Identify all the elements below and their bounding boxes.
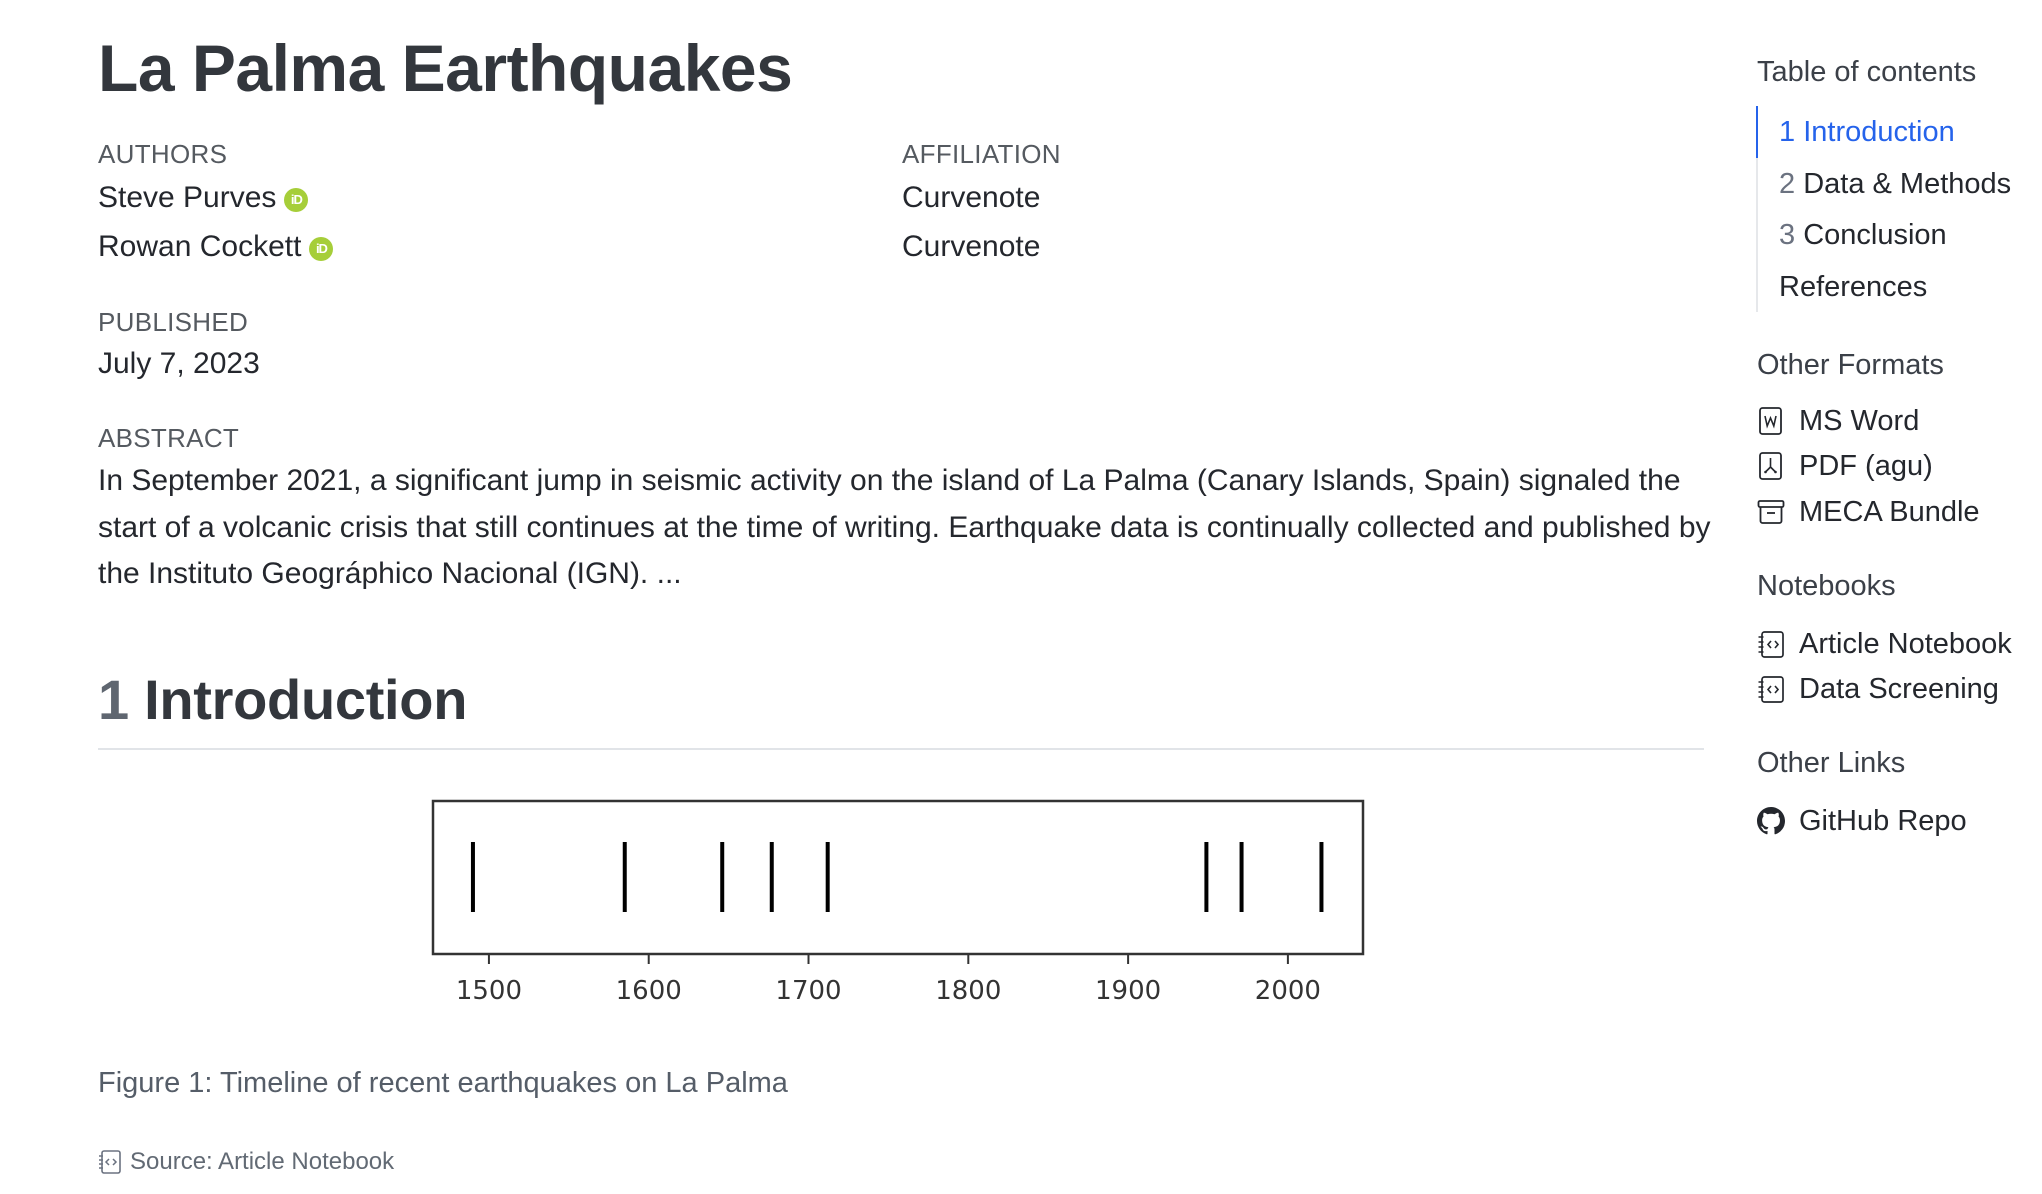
x-tick-label: 1800 <box>935 976 1001 1006</box>
notebook-icon <box>1758 631 1784 658</box>
orcid-icon[interactable]: iD <box>284 188 309 212</box>
archive-box-icon <box>1757 500 1785 524</box>
author-name[interactable]: Rowan Cockett <box>98 230 301 263</box>
x-axis-ticks: 1500 1600 1700 1800 1900 2000 <box>456 954 1321 1006</box>
x-tick-label: 1600 <box>616 976 682 1006</box>
notebook-link-article[interactable]: Article Notebook <box>1757 626 2012 662</box>
toc-label: Introduction <box>1803 116 1955 148</box>
word-file-icon <box>1759 407 1782 435</box>
published-label: PUBLISHED <box>98 307 249 337</box>
timeline-chart: 1500 1600 1700 1800 1900 2000 <box>431 799 1365 1006</box>
source-label: Source: Article Notebook <box>130 1148 395 1175</box>
author-affiliation: Curvenote <box>902 230 1041 263</box>
formats-heading: Other Formats <box>1757 349 1944 381</box>
table-of-contents: 1 Introduction 2 Data & Methods 3 Conclu… <box>1756 106 2036 312</box>
affiliation-label: AFFILIATION <box>902 139 1061 169</box>
notebook-link-data-screening[interactable]: Data Screening <box>1757 671 1999 707</box>
orcid-icon[interactable]: iD <box>309 237 334 261</box>
toc-item-introduction[interactable]: 1 Introduction <box>1779 114 1955 150</box>
pdf-file-icon <box>1759 452 1782 480</box>
published-date: July 7, 2023 <box>98 347 260 380</box>
section-divider <box>98 748 1704 750</box>
toc-number: 3 <box>1779 219 1796 251</box>
section-number: 1 <box>98 668 129 731</box>
author-item: Rowan Cockett iD <box>98 228 334 266</box>
notebooks-heading: Notebooks <box>1757 570 1896 602</box>
section-heading: 1 Introduction <box>98 666 467 734</box>
figure-caption: Figure 1: Timeline of recent earthquakes… <box>98 1067 788 1099</box>
toc-number: 1 <box>1779 116 1796 148</box>
section-title: Introduction <box>144 668 468 731</box>
format-label: PDF (agu) <box>1799 450 1933 482</box>
download-meca-bundle[interactable]: MECA Bundle <box>1757 494 1980 530</box>
figure-source-link[interactable]: Source: Article Notebook <box>98 1146 394 1178</box>
plot-frame <box>431 799 1365 956</box>
download-pdf[interactable]: PDF (agu) <box>1757 448 1933 484</box>
toc-item-conclusion[interactable]: 3 Conclusion <box>1779 217 1947 253</box>
toc-number: 2 <box>1779 168 1796 200</box>
x-tick-label: 1900 <box>1095 976 1161 1006</box>
notebook-label: Article Notebook <box>1799 628 2012 660</box>
abstract-text: In September 2021, a significant jump in… <box>98 464 1711 590</box>
toc-heading: Table of contents <box>1757 56 1977 88</box>
author-name[interactable]: Steve Purves <box>98 181 276 214</box>
notebook-icon <box>1758 676 1784 703</box>
x-tick-label: 1500 <box>456 976 522 1006</box>
toc-label: Conclusion <box>1803 219 1947 251</box>
article-title: La Palma Earthquakes <box>98 31 793 105</box>
format-label: MECA Bundle <box>1799 496 1980 528</box>
toc-item-data-methods[interactable]: 2 Data & Methods <box>1779 166 2011 202</box>
github-repo-link[interactable]: GitHub Repo <box>1757 803 1967 839</box>
author-affiliation: Curvenote <box>902 181 1041 214</box>
notebook-icon <box>99 1150 121 1174</box>
figure-timeline: 1500 1600 1700 1800 1900 2000 <box>420 790 1400 1030</box>
link-label: GitHub Repo <box>1799 805 1967 837</box>
github-icon <box>1757 807 1785 835</box>
x-tick-label: 2000 <box>1255 976 1321 1006</box>
toc-label: Data & Methods <box>1803 168 2012 200</box>
abstract-label: ABSTRACT <box>98 423 240 453</box>
links-heading: Other Links <box>1757 747 1906 779</box>
download-ms-word[interactable]: MS Word <box>1757 403 1919 439</box>
authors-label: AUTHORS <box>98 139 228 169</box>
author-item: Steve Purves iD <box>98 179 309 217</box>
format-label: MS Word <box>1799 405 1920 437</box>
toc-active-indicator <box>1756 106 1758 158</box>
toc-label: References <box>1779 271 1928 303</box>
x-tick-label: 1700 <box>775 976 841 1006</box>
notebook-label: Data Screening <box>1799 673 1999 705</box>
toc-item-references[interactable]: References <box>1779 269 1927 305</box>
